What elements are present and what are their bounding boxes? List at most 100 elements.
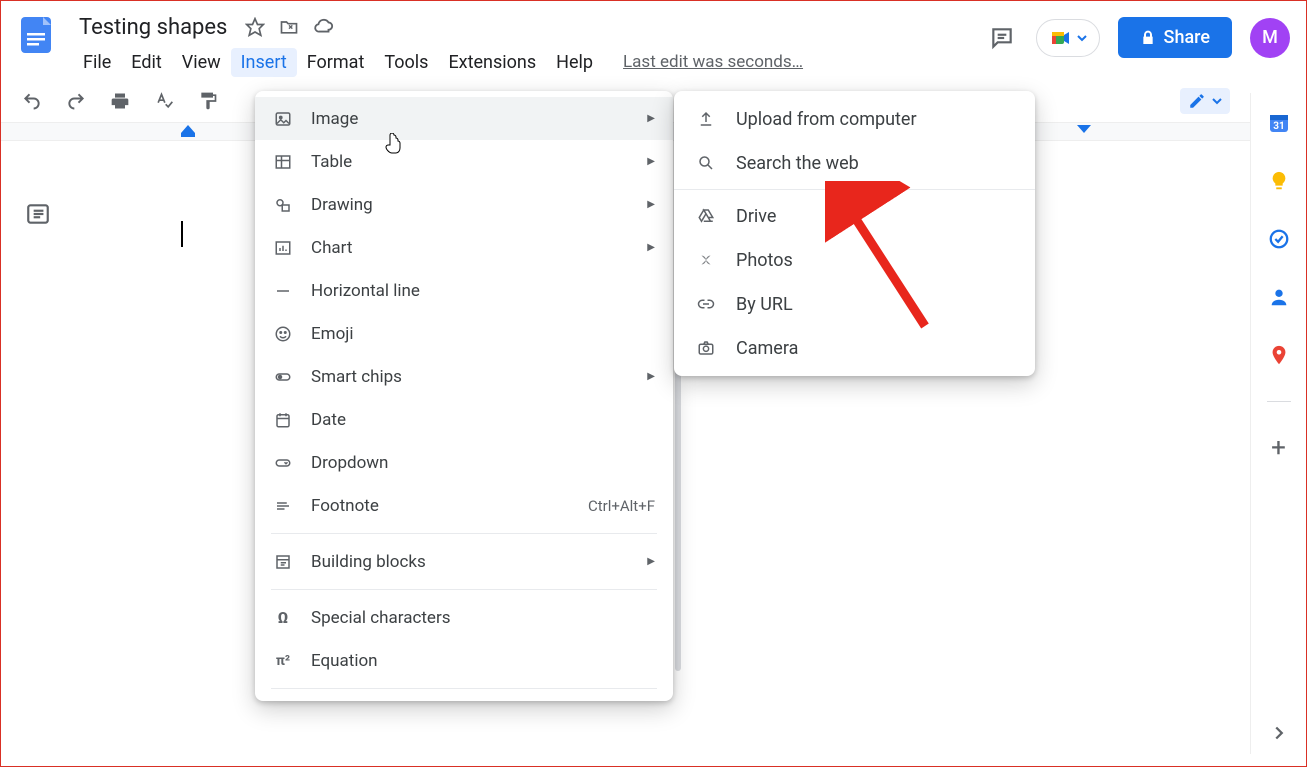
document-title[interactable]: Testing shapes [73,13,233,42]
link-icon [696,294,716,314]
menu-item-table[interactable]: Table▶ [255,140,673,183]
photos-icon [696,250,716,270]
menu-item-special-characters[interactable]: Ω Special characters [255,596,673,639]
menu-label: Equation [311,651,655,671]
menu-format[interactable]: Format [297,48,375,77]
editing-mode-button[interactable] [1180,88,1230,114]
insert-menu-popup: Image▶ Table▶ Drawing▶ Chart▶ Horizontal… [255,91,673,701]
share-label: Share [1164,27,1210,48]
submenu-label: Search the web [736,153,859,174]
menubar: File Edit View Insert Format Tools Exten… [73,45,986,79]
menu-label: Dropdown [311,453,655,473]
docs-logo[interactable] [17,15,57,55]
undo-icon[interactable] [19,88,45,114]
move-icon[interactable] [277,15,301,39]
menu-label: Horizontal line [311,281,655,301]
hr-icon [273,281,293,301]
account-avatar[interactable]: M [1250,18,1290,58]
submenu-label: By URL [736,294,793,315]
camera-icon [696,338,716,358]
addons-plus-icon[interactable]: + [1267,436,1291,460]
submenu-item-search-web[interactable]: Search the web [674,141,1035,185]
menu-label: Image [311,109,647,129]
side-panel: 31 + [1250,93,1306,754]
menu-separator [271,533,657,534]
share-button[interactable]: Share [1118,17,1232,58]
contacts-icon[interactable] [1267,285,1291,309]
emoji-icon [273,324,293,344]
menu-item-equation[interactable]: π² Equation [255,639,673,682]
submenu-arrow-icon: ▶ [647,199,655,210]
last-edit-link[interactable]: Last edit was seconds… [623,52,803,72]
submenu-item-upload[interactable]: Upload from computer [674,97,1035,141]
menu-file[interactable]: File [73,48,121,77]
indent-marker-right[interactable] [1077,125,1091,139]
menu-label: Chart [311,238,647,258]
menu-help[interactable]: Help [546,48,603,77]
image-icon [273,109,293,129]
search-icon [696,153,716,173]
spellcheck-icon[interactable] [151,88,177,114]
menu-item-drawing[interactable]: Drawing▶ [255,183,673,226]
menu-extensions[interactable]: Extensions [438,48,546,77]
menu-item-building-blocks[interactable]: Building blocks▶ [255,540,673,583]
menu-label: Drawing [311,195,647,215]
menu-item-chart[interactable]: Chart▶ [255,226,673,269]
indent-marker-left[interactable] [181,125,195,139]
building-blocks-icon [273,552,293,572]
upload-icon [696,109,716,129]
submenu-arrow-icon: ▶ [647,113,655,124]
svg-text:31: 31 [1273,121,1284,132]
menu-label: Emoji [311,324,655,344]
maps-icon[interactable] [1267,343,1291,367]
menu-label: Special characters [311,608,655,628]
paint-format-icon[interactable] [195,88,221,114]
menu-item-date[interactable]: Date [255,398,673,441]
drive-icon [696,206,716,226]
tasks-icon[interactable] [1267,227,1291,251]
menu-label: Building blocks [311,552,647,572]
submenu-label: Camera [736,338,798,359]
submenu-label: Drive [736,206,776,227]
chart-icon [273,238,293,258]
calendar-icon[interactable]: 31 [1267,111,1291,135]
submenu-arrow-icon: ▶ [647,156,655,167]
keep-icon[interactable] [1267,169,1291,193]
submenu-label: Upload from computer [736,109,917,130]
submenu-arrow-icon: ▶ [647,556,655,567]
cloud-status-icon[interactable] [311,15,335,39]
menu-edit[interactable]: Edit [121,48,171,77]
submenu-arrow-icon: ▶ [647,371,655,382]
side-panel-divider [1267,401,1291,402]
submenu-item-drive[interactable]: Drive [674,194,1035,238]
meet-button[interactable] [1036,19,1100,57]
app-header: Testing shapes File Edit View Insert For… [1,1,1306,79]
menu-separator [271,688,657,689]
comment-history-icon[interactable] [986,22,1018,54]
menu-tools[interactable]: Tools [374,48,438,77]
menu-item-horizontal-line[interactable]: Horizontal line [255,269,673,312]
caret-down-icon [1212,96,1222,106]
menu-insert[interactable]: Insert [231,48,297,77]
outline-toggle-icon[interactable] [25,201,51,227]
menu-item-smart-chips[interactable]: Smart chips▶ [255,355,673,398]
submenu-item-camera[interactable]: Camera [674,326,1035,370]
menu-shortcut: Ctrl+Alt+F [588,497,655,515]
menu-item-dropdown[interactable]: Dropdown [255,441,673,484]
date-icon [273,410,293,430]
star-icon[interactable] [243,15,267,39]
smart-chips-icon [273,367,293,387]
print-icon[interactable] [107,88,133,114]
image-submenu-popup: Upload from computer Search the web Driv… [674,91,1035,376]
menu-item-footnote[interactable]: Footnote Ctrl+Alt+F [255,484,673,527]
caret-down-icon [1077,33,1087,43]
menu-item-emoji[interactable]: Emoji [255,312,673,355]
redo-icon[interactable] [63,88,89,114]
submenu-item-by-url[interactable]: By URL [674,282,1035,326]
menu-view[interactable]: View [172,48,231,77]
submenu-item-photos[interactable]: Photos [674,238,1035,282]
drawing-icon [273,195,293,215]
submenu-arrow-icon: ▶ [647,242,655,253]
collapse-side-panel-icon[interactable] [1268,722,1290,744]
menu-item-image[interactable]: Image▶ [255,97,673,140]
